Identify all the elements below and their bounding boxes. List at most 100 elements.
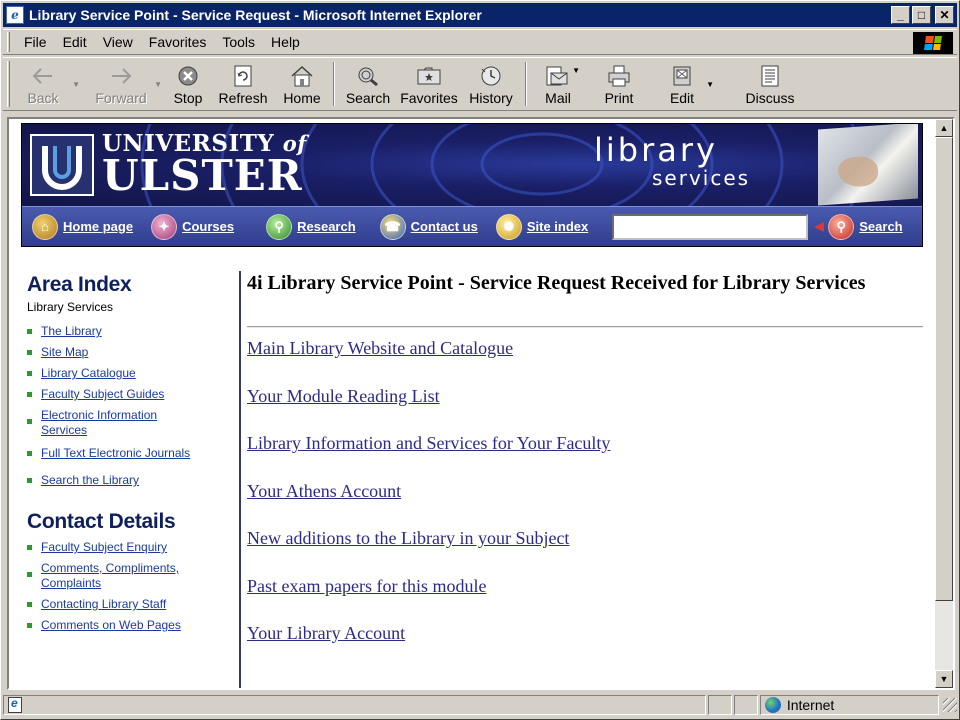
nav-contact-us[interactable]: ☎ Contact us [379, 213, 478, 240]
toolbar-separator [333, 62, 335, 106]
menu-tools[interactable]: Tools [214, 34, 263, 50]
forward-dropdown-icon[interactable]: ▼ [154, 80, 162, 89]
forward-button[interactable]: Forward ▼ [78, 58, 164, 110]
menu-file[interactable]: File [16, 34, 55, 50]
edit-button[interactable]: Edit ▼ [652, 58, 714, 110]
area-index-subtitle: Library Services [27, 300, 114, 314]
page-done-icon [8, 696, 22, 713]
search-globe-icon [355, 64, 381, 88]
stop-button[interactable]: Stop [164, 58, 212, 110]
link-main-library-website[interactable]: Main Library Website and Catalogue [247, 338, 513, 358]
toolbar-separator [525, 62, 527, 106]
page-viewport: UNIVERSITY of ULSTER library services ⌂ … [7, 117, 955, 690]
link-faculty-services[interactable]: Library Information and Services for You… [247, 433, 610, 453]
link-module-reading-list[interactable]: Your Module Reading List [247, 386, 440, 406]
discuss-button[interactable]: Discuss [726, 58, 814, 110]
maximize-button[interactable]: □ [912, 6, 931, 24]
service-links: Main Library Website and Catalogue Your … [247, 338, 923, 671]
discuss-icon [757, 64, 783, 88]
ie-icon: e [6, 6, 24, 24]
home-icon [289, 64, 315, 88]
vertical-scrollbar[interactable]: ▲ ▼ [935, 119, 953, 688]
area-index-list: The Library Site Map Library Catalogue F… [27, 324, 239, 488]
sidebar-link-comments-on-web-pages[interactable]: Comments on Web Pages [41, 618, 181, 633]
area-index-heading: Area Index [27, 273, 132, 296]
nav-research[interactable]: ⚲ Research [266, 213, 356, 240]
scroll-down-button[interactable]: ▼ [935, 670, 953, 688]
sidebar-link-full-text-journals[interactable]: Full Text Electronic Journals [41, 446, 190, 461]
list-item: Contacting Library Staff [27, 597, 239, 612]
site-search-button[interactable]: ⚲ Search [828, 213, 903, 240]
nav-courses[interactable]: ✦ Courses [151, 213, 234, 240]
bullet-icon [27, 478, 32, 483]
scroll-up-button[interactable]: ▲ [935, 119, 953, 137]
bullet-icon [27, 392, 32, 397]
history-button[interactable]: History [460, 58, 522, 110]
favorites-button[interactable]: Favorites [398, 58, 460, 110]
menu-edit[interactable]: Edit [55, 34, 95, 50]
mail-icon [545, 64, 571, 88]
list-item: Your Module Reading List [247, 386, 923, 434]
link-new-additions[interactable]: New additions to the Library in your Sub… [247, 528, 569, 548]
contact-globe-icon: ☎ [379, 213, 406, 240]
home-button[interactable]: Home [274, 58, 330, 110]
bullet-icon [27, 350, 32, 355]
status-bar: Internet [3, 693, 957, 717]
forward-arrow-icon [108, 64, 134, 88]
link-athens-account[interactable]: Your Athens Account [247, 481, 401, 501]
sidebar: Area Index Library Services The Library … [27, 273, 239, 639]
menu-view[interactable]: View [95, 34, 141, 50]
minimize-button[interactable]: _ [891, 6, 910, 24]
sidebar-link-site-map[interactable]: Site Map [41, 345, 88, 360]
nav-site-index[interactable]: ✺ Site index [495, 213, 588, 240]
sidebar-link-the-library[interactable]: The Library [41, 324, 102, 339]
horizontal-rule [247, 326, 923, 328]
list-item: Library Information and Services for You… [247, 433, 923, 481]
print-icon [606, 64, 632, 88]
edit-dropdown-icon[interactable]: ▼ [706, 80, 714, 89]
sidebar-link-library-catalogue[interactable]: Library Catalogue [41, 366, 136, 381]
site-search-input[interactable] [612, 213, 809, 240]
resize-grip-icon[interactable] [943, 698, 957, 712]
toolbar-grip [7, 61, 10, 107]
sidebar-link-contacting-library-staff[interactable]: Contacting Library Staff [41, 597, 166, 612]
refresh-icon [230, 64, 256, 88]
bullet-icon [27, 451, 32, 456]
site-nav: ⌂ Home page ✦ Courses ⚲ Research ☎ Conta… [22, 206, 922, 246]
list-item: Search the Library [27, 473, 239, 488]
sidebar-link-search-the-library[interactable]: Search the Library [41, 473, 139, 488]
sidebar-link-faculty-subject-enquiry[interactable]: Faculty Subject Enquiry [41, 540, 167, 555]
link-library-account[interactable]: Your Library Account [247, 623, 405, 643]
list-item: Your Athens Account [247, 481, 923, 529]
university-wordmark: UNIVERSITY of ULSTER [102, 130, 307, 200]
site-banner: UNIVERSITY of ULSTER library services ⌂ … [21, 123, 923, 247]
close-button[interactable]: ✕ [935, 6, 954, 24]
main-content: 4i Library Service Point - Service Reque… [247, 271, 923, 671]
scrollbar-thumb[interactable] [935, 137, 953, 601]
mail-button[interactable]: Mail ▼ [530, 58, 586, 110]
sidebar-link-faculty-subject-guides[interactable]: Faculty Subject Guides [41, 387, 164, 402]
list-item: Site Map [27, 345, 239, 360]
sidebar-link-comments-compliments[interactable]: Comments, Compliments, Complaints [41, 561, 201, 591]
zone-label: Internet [786, 697, 835, 713]
university-logo-icon[interactable] [30, 134, 94, 196]
nav-home-page[interactable]: ⌂ Home page [32, 213, 133, 240]
link-past-exam-papers[interactable]: Past exam papers for this module [247, 576, 486, 596]
history-icon [478, 64, 504, 88]
back-button[interactable]: Back ▼ [14, 58, 80, 110]
security-zone: Internet [759, 695, 940, 715]
menu-favorites[interactable]: Favorites [141, 34, 215, 50]
print-button[interactable]: Print [586, 58, 652, 110]
menu-help[interactable]: Help [263, 34, 308, 50]
refresh-button[interactable]: Refresh [212, 58, 274, 110]
menu-bar: File Edit View Favorites Tools Help [3, 29, 957, 55]
list-item: Comments, Compliments, Complaints [27, 561, 239, 591]
search-arrow-icon [814, 221, 825, 232]
sidebar-link-electronic-information-services[interactable]: Electronic Information Services [41, 408, 191, 438]
home-globe-icon: ⌂ [32, 213, 58, 240]
list-item: Faculty Subject Enquiry [27, 540, 239, 555]
mail-dropdown-icon[interactable]: ▼ [572, 66, 580, 75]
search-button[interactable]: Search [338, 58, 398, 110]
window-title: Library Service Point - Service Request … [29, 7, 482, 23]
bullet-icon [27, 545, 32, 550]
